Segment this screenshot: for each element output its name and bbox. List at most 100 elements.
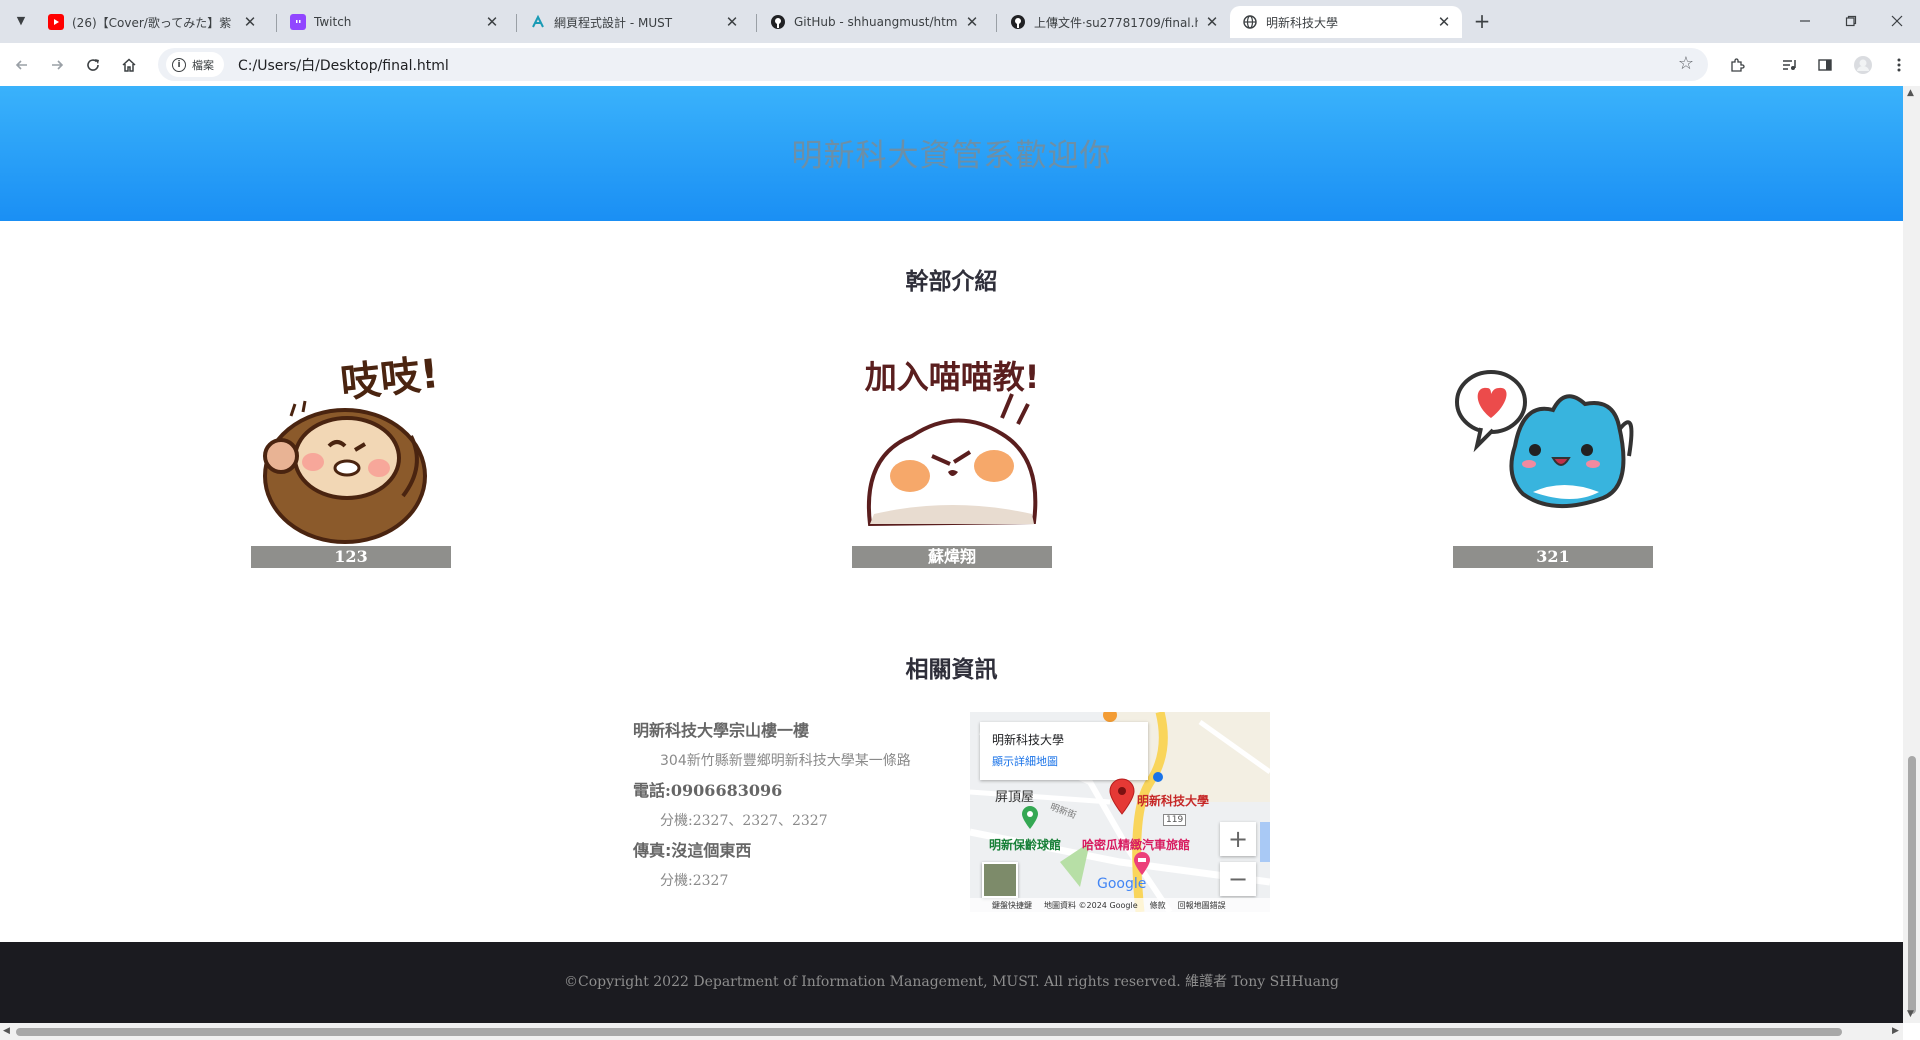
close-tab-icon[interactable]: ✕: [1204, 13, 1220, 31]
horizontal-scrollbar[interactable]: ◀ ▶: [0, 1023, 1903, 1040]
map-place-card: 明新科技大學 顯示詳細地圖: [980, 722, 1148, 780]
back-icon[interactable]: [9, 52, 35, 78]
minimize-button[interactable]: [1782, 6, 1828, 36]
map-hotel-icon[interactable]: [1133, 852, 1151, 876]
scroll-right-icon[interactable]: ▶: [1892, 1026, 1899, 1036]
fax-text: 傳真:沒這個東西: [633, 841, 752, 860]
members-heading: 幹部介紹: [905, 269, 998, 295]
tab-divider: [276, 14, 277, 32]
tab-divider: [996, 14, 997, 32]
tab-youtube[interactable]: (26)【Cover/歌ってみた】紫 ✕: [36, 6, 268, 38]
map-satellite-toggle[interactable]: [982, 862, 1018, 898]
url-text[interactable]: C:/Users/白/Desktop/final.html: [238, 55, 449, 75]
copyright-text: ©Copyright 2022 Department of Informatio…: [564, 974, 1339, 990]
github-icon: [770, 14, 786, 30]
restore-button[interactable]: [1828, 6, 1874, 36]
bird-sticker: 加入喵喵教!: [852, 346, 1052, 546]
fax-extension-text: 分機:2327: [660, 873, 729, 889]
info-heading: 相關資訊: [905, 657, 998, 683]
side-panel-icon[interactable]: [1812, 52, 1838, 78]
phone-extension-text: 分機:2327、2327、2327: [660, 813, 828, 829]
embedded-map[interactable]: 明新科技大學 顯示詳細地圖 明新科技大學 屏頂屋 明新保齡球館 哈密瓜精緻汽車旅…: [970, 712, 1270, 912]
member-name: 蘇煒翔: [852, 546, 1052, 568]
browser-tab-strip: ▼ (26)【Cover/歌ってみた】紫 ✕ Twitch ✕ 網頁程式設計 -…: [0, 0, 1920, 43]
vertical-scroll-thumb[interactable]: [1908, 756, 1916, 1014]
vertical-scrollbar[interactable]: ▲ ▼: [1903, 86, 1920, 1023]
member-card: 吱吱! 123: [251, 346, 451, 568]
map-terms-link[interactable]: 條款: [1150, 900, 1166, 911]
close-window-button[interactable]: [1874, 6, 1920, 36]
map-zoom-in-button[interactable]: +: [1220, 822, 1256, 856]
monkey-sticker: 吱吱!: [251, 346, 451, 546]
tab-divider: [516, 14, 517, 32]
close-tab-icon[interactable]: ✕: [724, 13, 740, 31]
tab-title: 網頁程式設計 - MUST: [554, 15, 673, 30]
phone-text: 電話:0906683096: [633, 781, 783, 800]
site-info-chip[interactable]: i 檔案: [166, 52, 224, 77]
site-info-label: 檔案: [192, 58, 214, 72]
map-attribution: 鍵盤快捷鍵 地圖資料 ©2024 Google 條款 回報地圖錯誤: [970, 898, 1270, 912]
tab-twitch[interactable]: Twitch ✕: [278, 6, 510, 38]
scroll-down-icon[interactable]: ▼: [1907, 1009, 1914, 1019]
tab-divider: [756, 14, 757, 32]
extensions-icon[interactable]: [1724, 52, 1750, 78]
map-place-title: 明新科技大學: [992, 733, 1065, 747]
map-pin-icon[interactable]: [1107, 778, 1137, 816]
map-zoom-out-button[interactable]: −: [1220, 862, 1256, 896]
map-details-link[interactable]: 顯示詳細地圖: [992, 753, 1148, 769]
scroll-up-icon[interactable]: ▲: [1907, 88, 1914, 98]
sticker-caption: 吱吱!: [338, 351, 441, 407]
location-name: 明新科技大學宗山樓一樓: [633, 721, 810, 740]
banner-title: 明新科大資管系歡迎你: [791, 138, 1112, 174]
map-label: 哈密瓜精緻汽車旅館: [1082, 838, 1191, 852]
member-name: 321: [1453, 546, 1653, 568]
twitch-icon: [290, 14, 306, 30]
contact-info: 明新科技大學宗山樓一樓 304新竹縣新豐鄉明新科技大學某一條路 電話:09066…: [633, 716, 953, 896]
github-icon: [1010, 14, 1026, 30]
edu-icon: [530, 14, 546, 30]
map-shortcuts-link[interactable]: 鍵盤快捷鍵: [992, 900, 1032, 911]
more-menu-icon[interactable]: [1886, 52, 1912, 78]
tab-title: 明新科技大學: [1266, 15, 1339, 30]
address-text: 304新竹縣新豐鄉明新科技大學某一條路: [660, 753, 911, 769]
bookmark-star-icon[interactable]: ☆: [1678, 53, 1694, 74]
tab-github-html[interactable]: GitHub - shhuangmust/html ✕: [758, 6, 990, 38]
home-icon[interactable]: [116, 52, 142, 78]
blue-cat-heart-sticker: [1453, 346, 1653, 546]
tab-must-course[interactable]: 網頁程式設計 - MUST ✕: [518, 6, 750, 38]
address-bar[interactable]: i 檔案 C:/Users/白/Desktop/final.html ☆: [158, 48, 1708, 81]
tab-title: Twitch: [314, 15, 352, 29]
member-card: 321: [1453, 346, 1653, 568]
close-tab-icon[interactable]: ✕: [484, 13, 500, 31]
map-road-number: 119: [1163, 814, 1187, 826]
close-tab-icon[interactable]: ✕: [964, 13, 980, 31]
map-report-link[interactable]: 回報地圖錯誤: [1178, 900, 1226, 911]
page-viewport: 明新科大資管系歡迎你 幹部介紹 吱吱! 123 加入喵喵教! 蘇煒翔 321 相…: [0, 86, 1903, 1023]
member-name: 123: [251, 546, 451, 568]
tab-search-button[interactable]: ▼: [10, 9, 32, 31]
map-label: 屏頂屋: [995, 790, 1035, 805]
map-label: 明新保齡球館: [989, 838, 1062, 852]
forward-icon[interactable]: [44, 52, 70, 78]
sticker-caption: 加入喵喵教!: [865, 358, 1040, 396]
globe-icon: [1242, 14, 1258, 30]
google-logo: Google: [1097, 876, 1147, 892]
tab-github-upload[interactable]: 上傳文件·su27781709/final.htm ✕: [998, 6, 1230, 38]
close-tab-icon[interactable]: ✕: [242, 13, 258, 31]
map-data-credit: 地圖資料 ©2024 Google: [1044, 900, 1138, 910]
tab-title: (26)【Cover/歌ってみた】紫: [72, 15, 232, 30]
scroll-left-icon[interactable]: ◀: [3, 1026, 10, 1036]
reload-icon[interactable]: [80, 52, 106, 78]
new-tab-button[interactable]: +: [1470, 9, 1494, 33]
page-footer: ©Copyright 2022 Department of Informatio…: [0, 942, 1903, 1023]
header-banner: 明新科大資管系歡迎你: [0, 86, 1903, 221]
tab-active-must[interactable]: 明新科技大學 ✕: [1230, 6, 1462, 38]
profile-avatar[interactable]: [1850, 52, 1876, 78]
map-park-icon[interactable]: [1021, 806, 1039, 830]
youtube-icon: [48, 14, 64, 30]
map-marker-label: 明新科技大學: [1137, 794, 1210, 808]
horizontal-scroll-thumb[interactable]: [16, 1028, 1842, 1036]
media-control-icon[interactable]: [1776, 52, 1802, 78]
info-icon: i: [172, 57, 186, 72]
close-tab-icon[interactable]: ✕: [1436, 13, 1452, 31]
